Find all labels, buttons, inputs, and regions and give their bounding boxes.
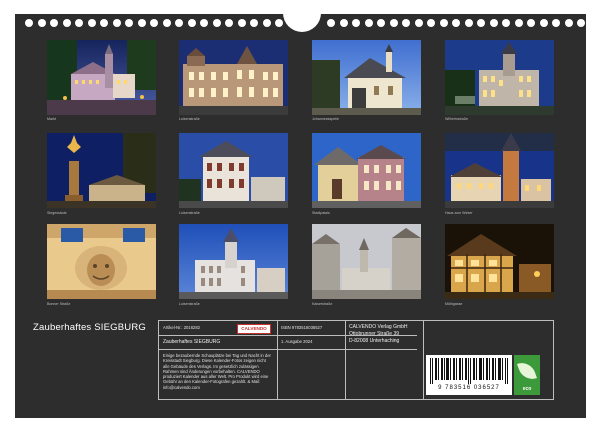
binding-hole (25, 19, 33, 27)
binding-hole (377, 19, 385, 27)
binding-hole (389, 19, 398, 27)
photo-caption: Stadtpalais (312, 211, 330, 215)
photo-caption: Luisenstraße (179, 117, 200, 121)
binding-hole (37, 19, 46, 27)
photo-caption: Mühlgasse (445, 302, 463, 306)
binding-hole (50, 19, 58, 27)
divider (277, 321, 278, 399)
photo-caption: Johanneskapelle (312, 117, 339, 121)
publisher-city: D-82008 Unterhaching (349, 338, 400, 344)
binding-hole (477, 19, 485, 27)
photo-caption: Luisenstraße (179, 302, 200, 306)
binding-hole (175, 19, 183, 27)
binding-hole (464, 19, 473, 27)
binding-hole (364, 19, 373, 27)
binding-hole (237, 19, 246, 27)
photo-caption: Luisenstraße (179, 211, 200, 215)
photo-thumbnail (445, 224, 554, 299)
photo-thumbnail (179, 40, 288, 115)
photo-thumbnail (312, 224, 421, 299)
binding-hole (262, 19, 271, 27)
binding-hole (564, 19, 573, 27)
isbn: ISBN 9783516036527 (281, 325, 323, 330)
photo-caption: Wilhelmstraße (445, 117, 468, 121)
binding-hole (187, 19, 196, 27)
photo-caption: Haus zum Winter (445, 211, 473, 215)
binding-hole (339, 19, 348, 27)
binding-hole (125, 19, 133, 27)
imprint-title: Zauberhaftes SIEGBURG (163, 339, 221, 345)
binding-hole (327, 19, 335, 27)
photo-thumbnail (445, 40, 554, 115)
binding-hole (75, 19, 83, 27)
photo-thumbnail (312, 133, 421, 208)
photo-thumbnail (47, 40, 156, 115)
binding-hole (452, 19, 460, 27)
binding-hole (275, 19, 283, 27)
imprint-description: Einige bezaubernde Schauplätze bei Tag u… (163, 353, 271, 390)
binding-hole (489, 19, 498, 27)
isbn-barcode: 9 783516 036527 (426, 355, 512, 395)
binding-hole (552, 19, 560, 27)
eco-badge: eco (514, 355, 540, 395)
publisher-name: CALVENDO Verlag GmbH (349, 324, 408, 330)
photo-thumbnail (47, 133, 156, 208)
binding-hole (212, 19, 221, 27)
binding-hole (137, 19, 146, 27)
binding-hole (577, 19, 585, 27)
photo-thumbnail (445, 133, 554, 208)
binding-hole (225, 19, 233, 27)
leaf-icon (517, 359, 537, 383)
photo-caption: Siegessäule (47, 211, 67, 215)
article-number: Artikel-Nr.: 2016282 (163, 325, 201, 330)
binding-hole (514, 19, 523, 27)
binding-hole (502, 19, 510, 27)
binding-hole (112, 19, 121, 27)
binding-hole (427, 19, 435, 27)
calendar-title: Zauberhaftes SIEGBURG (33, 322, 146, 333)
binding-hole (150, 19, 158, 27)
binding-hole (439, 19, 448, 27)
binding-hole (527, 19, 535, 27)
photo-caption: Markt (47, 117, 56, 121)
publisher-street: Ottobrunner Straße 39 (349, 331, 400, 337)
eco-label: eco (522, 386, 532, 392)
binding-hole (87, 19, 96, 27)
hanger-cutout (283, 12, 321, 32)
binding-hole (352, 19, 360, 27)
photo-thumbnail (47, 224, 156, 299)
imprint-panel: Artikel-Nr.: 2016282 CALVENDO Zauberhaft… (158, 320, 554, 400)
divider (159, 349, 417, 350)
binding-hole (200, 19, 208, 27)
binding-hole (162, 19, 171, 27)
calvendo-logo: CALVENDO (237, 324, 271, 334)
binding-hole (250, 19, 258, 27)
binding-hole (100, 19, 108, 27)
photo-thumbnail (179, 224, 288, 299)
binding-hole (414, 19, 423, 27)
photo-thumbnail (312, 40, 421, 115)
binding-hole (62, 19, 71, 27)
barcode-number: 9 783516 036527 (438, 385, 500, 391)
edition: 1. Ausgabe 2024 (281, 339, 313, 344)
photo-thumbnail (179, 133, 288, 208)
divider (423, 321, 424, 399)
photo-caption: Bonner Straße (47, 302, 71, 306)
photo-caption: Kaiserstraße (312, 302, 333, 306)
divider (345, 321, 346, 399)
binding-hole (402, 19, 410, 27)
binding-hole (539, 19, 548, 27)
